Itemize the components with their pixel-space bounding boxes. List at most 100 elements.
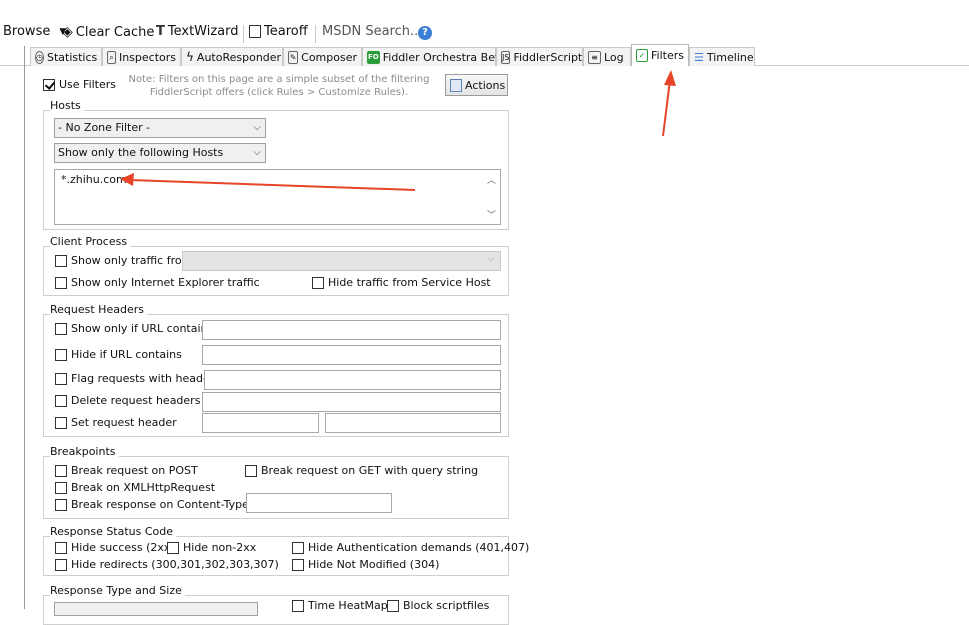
hide-auth-checkbox[interactable]: Hide Authentication demands (401,407)	[292, 541, 529, 554]
tab-timeline[interactable]: ☰ Timeline	[689, 47, 755, 66]
flag-requests-input[interactable]	[204, 370, 501, 390]
scroll-down-icon[interactable]: ﹀	[487, 208, 496, 221]
hide-service-host-checkbox[interactable]: Hide traffic from Service Host	[312, 276, 491, 289]
checkbox-box[interactable]	[55, 541, 67, 554]
clear-cache-label: Clear Cache	[75, 24, 155, 40]
tearoff-button[interactable]: Tearoff	[249, 24, 308, 39]
checkbox-box[interactable]	[55, 416, 67, 429]
use-filters-label: Use Filters	[59, 78, 117, 91]
checkbox-label: Set request header	[71, 416, 177, 429]
tearoff-icon	[249, 25, 261, 38]
timeline-icon: ☰	[694, 50, 704, 64]
tab-strip: ◷ Statistics ⌕ Inspectors ϟ AutoResponde…	[30, 44, 969, 66]
tab-label: Timeline	[706, 50, 754, 64]
show-only-ie-checkbox[interactable]: Show only Internet Explorer traffic	[55, 276, 260, 289]
chevron-down-icon: ⌵	[253, 122, 261, 133]
msdn-search-input[interactable]: MSDN Search...	[322, 24, 422, 39]
checkbox-box[interactable]	[292, 541, 304, 554]
checkbox-label: Block scriptfiles	[403, 599, 490, 612]
flag-requests-checkbox[interactable]: Flag requests with headers	[55, 372, 220, 385]
checkbox-box[interactable]	[55, 276, 67, 289]
help-button[interactable]: ?	[418, 26, 432, 40]
tab-filters[interactable]: ✓ Filters	[631, 44, 689, 66]
content-type-input[interactable]	[246, 493, 392, 513]
textwizard-icon: T	[156, 24, 165, 39]
set-header-checkbox[interactable]: Set request header	[55, 416, 177, 429]
tab-autoresponder[interactable]: ϟ AutoResponder	[181, 47, 283, 66]
checkbox-label: Hide if URL contains	[71, 348, 182, 361]
actions-label: Actions	[465, 78, 506, 92]
set-header-name-input[interactable]	[202, 413, 319, 433]
hide-if-url-input[interactable]	[202, 345, 501, 365]
tab-statistics[interactable]: ◷ Statistics	[30, 47, 102, 66]
checkbox-box[interactable]	[55, 498, 67, 511]
checkbox-label: Hide Authentication demands (401,407)	[308, 541, 530, 554]
break-post-checkbox[interactable]: Break request on POST	[55, 464, 198, 477]
checkbox-box[interactable]	[55, 558, 67, 571]
set-header-value-input[interactable]	[325, 413, 501, 433]
show-if-url-input[interactable]	[202, 320, 501, 340]
actions-button[interactable]: Actions	[445, 74, 508, 96]
tab-fiddlerscript[interactable]: JS FiddlerScript	[496, 47, 583, 66]
hide-redirects-checkbox[interactable]: Hide redirects (300,301,302,303,307)	[55, 558, 279, 571]
checkbox-label: Delete request headers	[71, 394, 201, 407]
filters-tab-arrow	[662, 70, 676, 137]
checkbox-label: Time HeatMap	[308, 599, 388, 612]
checkbox-box[interactable]	[167, 541, 179, 554]
tab-label: Log	[604, 50, 624, 64]
clear-cache-button[interactable]: ◈ Clear Cache	[62, 24, 154, 40]
textwizard-label: TextWizard	[167, 24, 239, 39]
browse-button[interactable]: Browse ▼	[3, 24, 66, 39]
browse-label: Browse	[3, 24, 51, 39]
tab-inspectors[interactable]: ⌕ Inspectors	[102, 47, 181, 66]
delete-headers-input[interactable]	[202, 392, 501, 412]
checkbox-box[interactable]	[55, 481, 67, 494]
chevron-down-icon: ⌵	[487, 253, 495, 264]
break-content-type-checkbox[interactable]: Break response on Content-Type	[55, 498, 249, 511]
hide-2xx-checkbox[interactable]: Hide success (2xx)	[55, 541, 175, 554]
delete-headers-checkbox[interactable]: Delete request headers	[55, 394, 200, 407]
checkbox-box[interactable]	[55, 254, 67, 267]
use-filters-checkbox[interactable]: Use Filters	[43, 78, 116, 91]
hide-non2xx-checkbox[interactable]: Hide non-2xx	[167, 541, 256, 554]
textwizard-button[interactable]: T TextWizard	[156, 24, 239, 39]
checkbox-label: Show only Internet Explorer traffic	[71, 276, 260, 289]
client-process-title: Client Process	[50, 235, 131, 248]
checkbox-box[interactable]	[55, 322, 67, 335]
checkbox-box[interactable]	[387, 599, 399, 612]
tab-fiddler-orchestra[interactable]: FO Fiddler Orchestra Beta	[362, 47, 506, 66]
chevron-down-icon: ⌵	[253, 147, 261, 158]
process-select[interactable]: ⌵	[182, 251, 501, 271]
show-if-url-checkbox[interactable]: Show only if URL contains	[55, 322, 213, 335]
tab-log[interactable]: ≡ Log	[583, 47, 631, 66]
checkbox-box[interactable]	[245, 464, 257, 477]
time-heatmap-checkbox[interactable]: Time HeatMap	[292, 599, 388, 612]
hide-if-url-checkbox[interactable]: Hide if URL contains	[55, 348, 182, 361]
hide-not-modified-checkbox[interactable]: Hide Not Modified (304)	[292, 558, 439, 571]
checkbox-box[interactable]	[55, 464, 67, 477]
host-mode-value: Show only the following Hosts	[58, 146, 224, 159]
response-type-select[interactable]	[54, 602, 258, 616]
scroll-up-icon[interactable]: ︿	[487, 173, 496, 186]
checkbox-box[interactable]	[43, 78, 55, 91]
checkbox-box[interactable]	[292, 599, 304, 612]
show-only-traffic-from-checkbox[interactable]: Show only traffic from	[55, 254, 192, 267]
checkbox-box[interactable]	[55, 394, 67, 407]
host-list-value: *.zhihu.com	[61, 173, 127, 186]
toolbar-divider	[243, 25, 244, 43]
zone-filter-select[interactable]: - No Zone Filter - ⌵	[54, 118, 266, 138]
tab-composer[interactable]: ✎ Composer	[283, 47, 362, 66]
host-mode-select[interactable]: Show only the following Hosts ⌵	[54, 143, 266, 163]
checkbox-box[interactable]	[312, 276, 324, 289]
checkbox-box[interactable]	[292, 558, 304, 571]
splitter-line[interactable]	[24, 46, 25, 609]
eraser-icon: ◈	[62, 24, 73, 40]
checkbox-box[interactable]	[55, 348, 67, 361]
host-list-textarea[interactable]: *.zhihu.com ︿ ﹀	[54, 169, 501, 225]
block-scriptfiles-checkbox[interactable]: Block scriptfiles	[387, 599, 489, 612]
checkbox-label: Break on XMLHttpRequest	[71, 481, 216, 494]
checkbox-box[interactable]	[55, 372, 67, 385]
toolbar-divider	[315, 25, 316, 43]
break-xhr-checkbox[interactable]: Break on XMLHttpRequest	[55, 481, 215, 494]
break-get-checkbox[interactable]: Break request on GET with query string	[245, 464, 478, 477]
